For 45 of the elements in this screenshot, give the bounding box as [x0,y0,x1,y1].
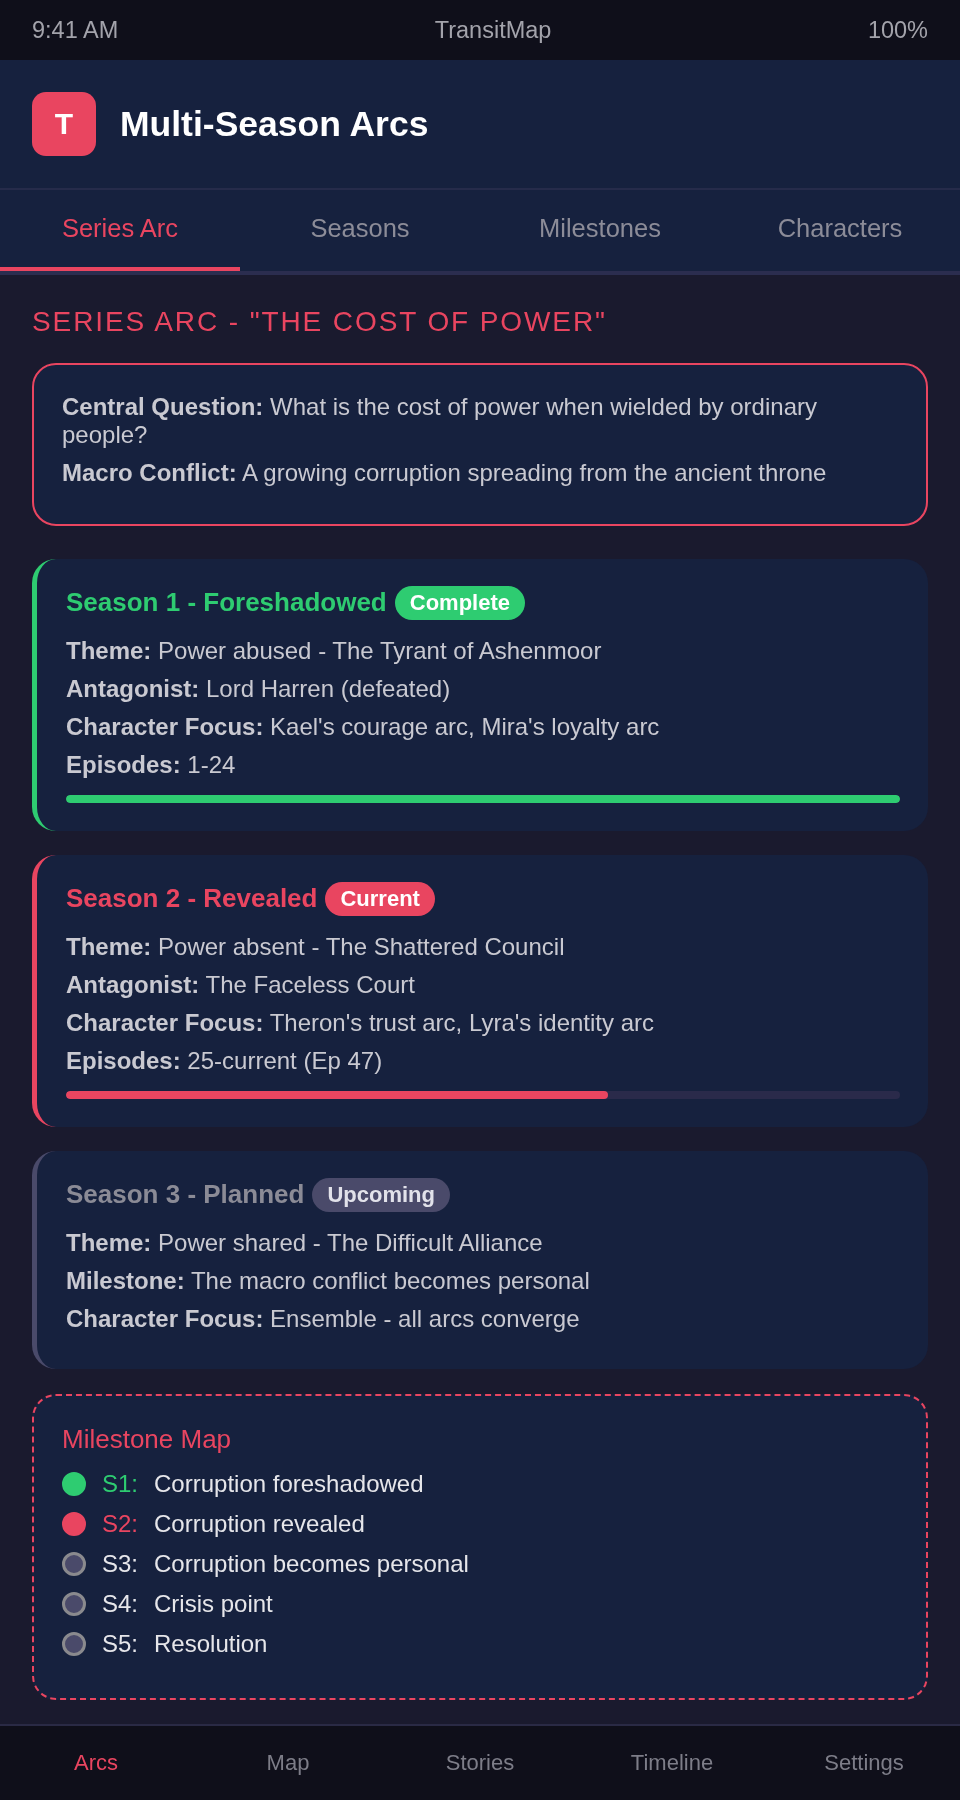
season-detail: Theme: Power absent - The Shattered Council [66,931,566,962]
milestone-code: S2: [102,1509,139,1538]
season-detail: Character Focus: Ensemble - all arcs converge [66,1303,581,1334]
app-logo: T [32,92,96,156]
milestone-text: Corruption foreshadowed [154,1469,424,1498]
milestone-code: S4: [102,1589,139,1618]
milestone-text: Corruption revealed [154,1509,365,1538]
season-detail: Episodes: 25-current (Ep 47) [66,1045,384,1076]
season-title: Season 3 - Planned [66,1179,305,1211]
season-title: Season 2 - Revealed [66,883,318,915]
battery-percent: 100% [867,16,928,44]
milestone-text: Crisis point [154,1589,273,1618]
tab[interactable]: Milestones [480,190,720,271]
status-badge: Complete [394,585,525,620]
status-time: 9:41 AM [32,16,119,44]
nav-tab[interactable]: Stories [384,1726,576,1800]
nav-tab[interactable]: Settings [768,1726,960,1800]
summary-text: Macro Conflict: A growing corruption spreading from the ancient throne [62,459,828,487]
summary-text: Central Question: What is the cost of power when wielded by ordinary people? [62,393,818,449]
tab[interactable]: Series Arc [0,190,240,271]
season-detail: Antagonist: The Faceless Court [66,969,416,1000]
tab[interactable]: Seasons [240,190,480,271]
nav-tab[interactable]: Arcs [0,1726,192,1800]
milestone-text: Corruption becomes personal [154,1549,469,1578]
status-app-name: TransitMap [434,16,552,44]
status-badge: Current [325,881,435,916]
milestone-code: S1: [102,1469,139,1498]
season-detail: Milestone: The macro conflict becomes personal [66,1265,591,1296]
season-detail: Antagonist: Lord Harren (defeated) [66,673,452,704]
season-detail: Character Focus: Kael's courage arc, Mira's loyalty arc [66,711,661,742]
season-detail: Theme: Power shared - The Difficult Alliance [66,1227,544,1258]
season-detail: Episodes: 1-24 [66,749,237,780]
milestone-code: S5: [102,1629,139,1658]
page-title: Multi-Season Arcs [120,103,429,145]
season-detail: Theme: Power abused - The Tyrant of Ashenmoor [66,635,603,666]
status-badge: Upcoming [312,1177,450,1212]
milestone-code: S3: [102,1549,139,1578]
milestone-heading: Milestone Map [62,1423,233,1454]
season-title: Season 1 - Foreshadowed [66,587,387,619]
nav-tab[interactable]: Map [192,1726,384,1800]
tab[interactable]: Characters [720,190,960,271]
section-heading: SERIES ARC - "THE COST OF POWER" [32,305,608,339]
milestone-text: Resolution [154,1629,268,1658]
season-detail: Character Focus: Theron's trust arc, Lyra's identity arc [66,1007,656,1038]
nav-tab[interactable]: Timeline [576,1726,768,1800]
